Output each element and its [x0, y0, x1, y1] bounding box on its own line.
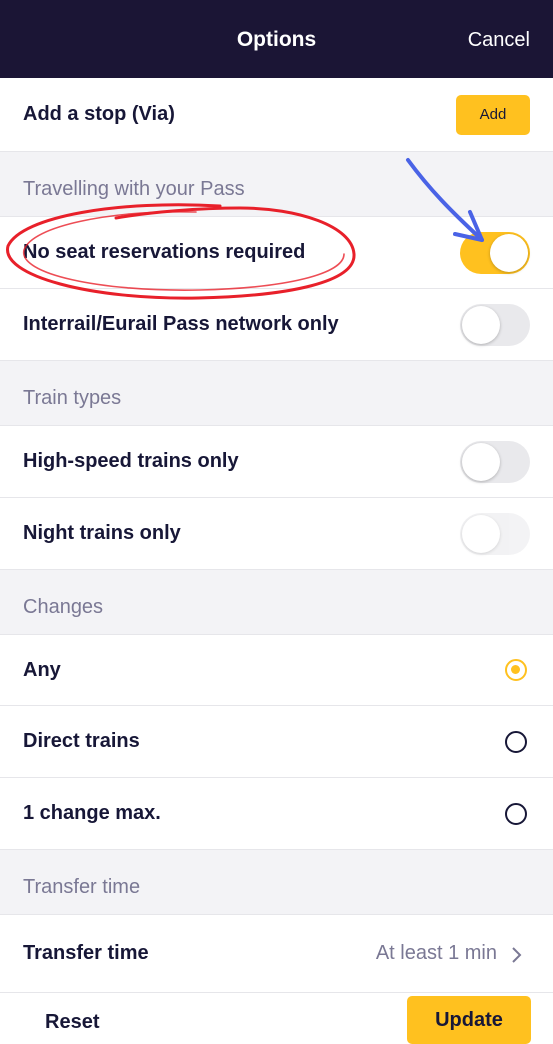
changes-one-max-label: 1 change max.	[23, 802, 161, 824]
toggle-knob	[462, 515, 500, 553]
transfer-time-label: Transfer time	[23, 942, 149, 964]
via-row: Add a stop (Via) Add	[0, 78, 553, 152]
changes-any-radio[interactable]	[505, 659, 527, 681]
chevron-right-icon	[512, 947, 522, 963]
high-speed-label: High-speed trains only	[23, 450, 239, 472]
reset-button[interactable]: Reset	[45, 1011, 99, 1034]
toggle-knob	[462, 306, 500, 344]
section-transfer: Transfer time	[0, 850, 553, 915]
add-stop-button[interactable]: Add	[456, 95, 530, 135]
no-seat-reservations-label: No seat reservations required	[23, 241, 306, 263]
toggle-knob	[490, 234, 528, 272]
section-pass: Travelling with your Pass	[0, 152, 553, 217]
changes-direct-radio[interactable]	[505, 731, 527, 753]
night-trains-label: Night trains only	[23, 522, 181, 544]
section-train-types: Train types	[0, 361, 553, 426]
cancel-button[interactable]: Cancel	[468, 29, 530, 52]
update-button[interactable]: Update	[407, 996, 531, 1044]
section-pass-title: Travelling with your Pass	[23, 178, 245, 200]
options-header: Options Cancel	[0, 0, 553, 78]
toggle-knob	[462, 443, 500, 481]
section-changes-title: Changes	[23, 596, 104, 618]
toggle-row-no-seat-reservations: No seat reservations required	[0, 217, 553, 289]
section-transfer-title: Transfer time	[23, 876, 141, 898]
high-speed-toggle[interactable]	[460, 441, 530, 483]
via-label: Add a stop (Via)	[23, 103, 175, 125]
radio-row-one-change[interactable]: 1 change max.	[0, 778, 553, 850]
toggle-row-pass-network: Interrail/Eurail Pass network only	[0, 289, 553, 361]
toggle-row-night-trains: Night trains only	[0, 498, 553, 570]
radio-row-any[interactable]: Any	[0, 635, 553, 706]
changes-direct-label: Direct trains	[23, 730, 140, 752]
radio-row-direct[interactable]: Direct trains	[0, 706, 553, 778]
night-trains-toggle[interactable]	[460, 513, 530, 555]
transfer-time-row[interactable]: Transfer time At least 1 min	[0, 915, 553, 993]
changes-one-max-radio[interactable]	[505, 803, 527, 825]
pass-network-label: Interrail/Eurail Pass network only	[23, 313, 339, 335]
toggle-row-high-speed: High-speed trains only	[0, 426, 553, 498]
no-seat-reservations-toggle[interactable]	[460, 232, 530, 274]
changes-any-label: Any	[23, 659, 61, 681]
section-train-types-title: Train types	[23, 387, 122, 409]
pass-network-toggle[interactable]	[460, 304, 530, 346]
section-changes: Changes	[0, 570, 553, 635]
transfer-time-value: At least 1 min	[375, 942, 497, 964]
